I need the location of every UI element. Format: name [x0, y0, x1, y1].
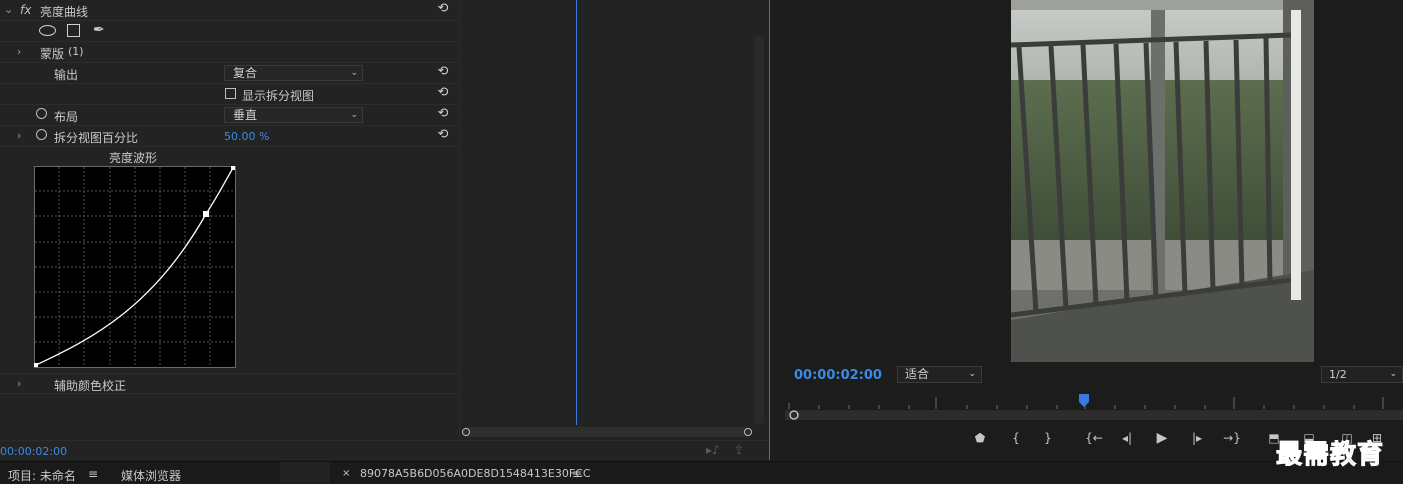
resolution-dropdown[interactable]: 1/2 ⌄ [1321, 366, 1403, 383]
fit-dropdown[interactable]: 适合 ⌄ [897, 366, 982, 383]
play-icon[interactable]: ▶ [1153, 429, 1171, 447]
vertical-scrollbar[interactable] [754, 35, 764, 425]
split-view-label: 显示拆分视图 [242, 89, 315, 103]
mark-in-icon[interactable]: { [1007, 429, 1025, 447]
panel-menu-icon[interactable]: ≡ [572, 467, 582, 481]
audio-only-icon[interactable]: ▸♪ [706, 443, 720, 457]
reset-icon[interactable]: ⟲ [436, 65, 450, 79]
step-forward-icon[interactable]: |▸ [1188, 429, 1206, 447]
export-icon[interactable]: ⇪ [734, 443, 744, 457]
pen-mask-icon[interactable]: ✒ [93, 22, 105, 38]
curve-endpoint-black[interactable] [34, 363, 38, 367]
chevron-right-icon[interactable]: › [17, 129, 21, 142]
curve-control-point[interactable] [203, 211, 209, 217]
step-back-icon[interactable]: ◂| [1118, 429, 1136, 447]
reset-icon[interactable]: ⟲ [436, 2, 450, 16]
reset-icon[interactable]: ⟲ [436, 107, 450, 121]
output-label: 输出 [54, 68, 79, 82]
tab-sequence[interactable]: 89078A5B6D056A0DE8D1548413E30FCC [360, 467, 591, 480]
split-percent-row: › 拆分视图百分比 50.00 % ⟲ [0, 126, 458, 147]
resolution-value: 1/2 [1329, 368, 1347, 381]
watermark: 最需教育 [1275, 440, 1385, 471]
rectangle-mask-icon[interactable] [67, 24, 80, 37]
ellipse-mask-icon[interactable] [39, 25, 56, 36]
scroll-handle-left[interactable] [462, 428, 470, 436]
bottom-panel-tabs: 项目: 未命名 ≡ 媒体浏览器 × 89078A5B6D056A0DE8D154… [0, 461, 1403, 483]
go-to-in-icon[interactable]: {← [1085, 429, 1103, 447]
time-ruler[interactable] [785, 393, 1403, 423]
waveform-title: 亮度波形 [109, 151, 158, 165]
reset-icon[interactable]: ⟲ [436, 128, 450, 142]
zoom-handle[interactable] [789, 410, 799, 420]
chevron-right-icon[interactable]: › [17, 45, 21, 58]
go-to-out-icon[interactable]: →} [1223, 429, 1241, 447]
split-percent-value[interactable]: 50.00 % [224, 130, 269, 143]
output-value: 复合 [233, 66, 258, 80]
chevron-down-icon: ⌄ [350, 68, 358, 78]
effect-controls-footer: 00:00:02:00 ▸♪ ⇪ [0, 440, 768, 461]
scroll-handle-right[interactable] [744, 428, 752, 436]
chevron-down-icon: ⌄ [1389, 369, 1397, 379]
program-playhead[interactable] [1078, 393, 1092, 409]
mask-count: (1) [68, 45, 84, 58]
mask-label: 蒙版 [40, 47, 65, 61]
mask-tools-row: ✒ [0, 21, 458, 42]
mask-row[interactable]: › 蒙版 (1) [0, 42, 458, 63]
layout-value: 垂直 [233, 108, 258, 122]
luma-curve-graph[interactable] [34, 166, 236, 368]
add-marker-icon[interactable]: ⬟ [971, 429, 989, 447]
secondary-color-label: 辅助颜色校正 [54, 379, 127, 393]
chevron-down-icon[interactable]: ⌄ [4, 3, 13, 16]
curve-endpoint-white[interactable] [231, 166, 235, 170]
layout-label: 布局 [54, 110, 79, 124]
output-row: 输出 复合 ⌄ ⟲ [0, 63, 458, 84]
video-frame [1011, 0, 1314, 362]
output-dropdown[interactable]: 复合 ⌄ [224, 65, 363, 81]
layout-dropdown[interactable]: 垂直 ⌄ [224, 107, 363, 123]
effect-timeline-area[interactable] [459, 0, 769, 440]
secondary-color-row[interactable]: › 辅助颜色校正 [0, 373, 458, 394]
split-percent-label: 拆分视图百分比 [54, 131, 139, 145]
split-view-checkbox[interactable] [225, 88, 236, 99]
effect-properties: ⌄ fx 亮度曲线 ⟲ ✒ › 蒙版 (1) 输出 复合 ⌄ ⟲ 显示拆分视图 … [0, 0, 458, 440]
chevron-down-icon: ⌄ [350, 110, 358, 120]
effect-name: 亮度曲线 [40, 5, 89, 19]
tab-media-browser[interactable]: 媒体浏览器 [121, 467, 181, 484]
effect-timecode[interactable]: 00:00:02:00 [0, 445, 67, 458]
tab-project[interactable]: 项目: 未命名 [8, 467, 76, 484]
chevron-down-icon: ⌄ [968, 369, 976, 379]
reset-icon[interactable]: ⟲ [436, 86, 450, 100]
panel-menu-icon[interactable]: ≡ [88, 467, 98, 481]
horizontal-scrollbar[interactable] [462, 427, 752, 437]
program-timecode[interactable]: 00:00:02:00 [794, 368, 882, 383]
chevron-right-icon[interactable]: › [17, 377, 21, 390]
close-icon[interactable]: × [342, 468, 350, 479]
split-view-row: 显示拆分视图 ⟲ [0, 84, 458, 105]
layout-row: 布局 垂直 ⌄ ⟲ [0, 105, 458, 126]
fx-icon[interactable]: fx [20, 3, 31, 17]
effect-row-luma-curve[interactable]: ⌄ fx 亮度曲线 ⟲ [0, 0, 458, 21]
mark-out-icon[interactable]: } [1039, 429, 1057, 447]
effect-controls-panel: ⌄ fx 亮度曲线 ⟲ ✒ › 蒙版 (1) 输出 复合 ⌄ ⟲ 显示拆分视图 … [0, 0, 770, 460]
stopwatch-icon[interactable] [36, 108, 47, 119]
stopwatch-icon[interactable] [36, 129, 47, 140]
fit-value: 适合 [905, 367, 930, 381]
tab-spacer [280, 462, 330, 483]
effect-playhead[interactable] [576, 0, 577, 425]
